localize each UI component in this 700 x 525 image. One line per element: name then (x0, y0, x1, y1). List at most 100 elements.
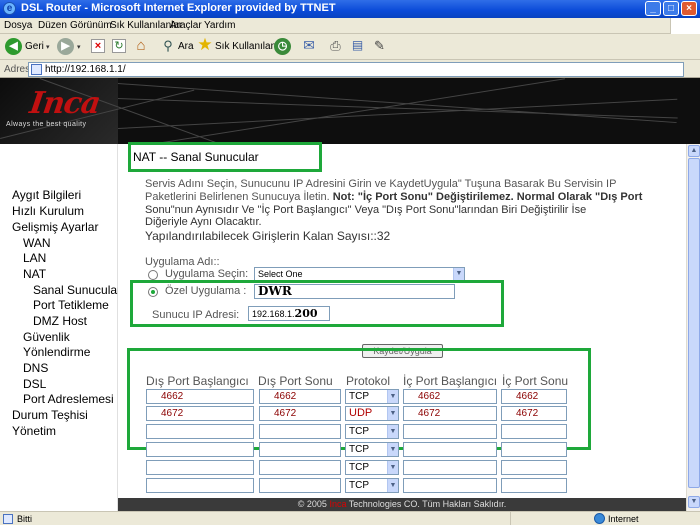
menu-edit[interactable]: Düzen (38, 20, 67, 31)
nav-port-mapping[interactable]: Port Adreslemesi (23, 392, 118, 406)
favorites-star-icon[interactable]: ★ (196, 36, 214, 54)
protocol-select[interactable]: TCP ▼ (345, 478, 399, 493)
scroll-thumb[interactable] (688, 158, 700, 488)
forward-icon[interactable]: ▶ (57, 38, 74, 55)
protocol-select[interactable]: TCP ▼ (345, 389, 399, 404)
int-start-input[interactable] (403, 424, 497, 439)
maximize-button[interactable]: □ (663, 1, 679, 16)
chevron-down-icon: ▼ (387, 443, 398, 456)
server-ip-input[interactable]: 192.168.1.200 (248, 306, 330, 321)
header-banner (0, 78, 700, 144)
int-end-input[interactable] (501, 460, 567, 475)
ext-start-input[interactable]: 4672 (146, 406, 254, 421)
nav-nat[interactable]: NAT (23, 267, 46, 281)
int-end-input[interactable] (501, 442, 567, 457)
protocol-select[interactable]: UDP ▼ (345, 406, 399, 421)
int-start-input[interactable] (403, 442, 497, 457)
close-button[interactable]: × (681, 1, 697, 16)
port-table: 4662 4662 TCP ▼ 4662 4662 4672 4672 UDP ▼ … (145, 388, 571, 498)
nav-dmz-host[interactable]: DMZ Host (33, 314, 87, 328)
protocol-select[interactable]: TCP ▼ (345, 460, 399, 475)
back-dropdown-icon[interactable]: ▾ (46, 43, 50, 51)
menu-tools[interactable]: Araçlar (170, 20, 202, 31)
select-app-radio[interactable] (148, 270, 158, 280)
nav-dsl[interactable]: DSL (23, 377, 46, 391)
edit-page-icon[interactable]: ▤ (349, 38, 366, 53)
server-ip-suffix: 200 (294, 307, 318, 320)
int-start-input[interactable]: 4662 (403, 389, 497, 404)
ext-start-input[interactable] (146, 424, 254, 439)
intro-line-2: Paketlerini Belirlenen Sunucuya İletin. … (145, 191, 642, 204)
nav-device-info[interactable]: Aygıt Bilgileri (12, 188, 81, 202)
print-icon[interactable]: ⎙ (327, 38, 344, 53)
custom-app-radio[interactable] (148, 287, 158, 297)
custom-app-input[interactable]: DWR (254, 284, 455, 299)
select-app-dropdown[interactable]: Select One ▼ (254, 267, 465, 281)
back-label[interactable]: Geri (25, 41, 44, 52)
int-end-input[interactable]: 4662 (501, 389, 567, 404)
back-icon[interactable]: ◀ (5, 38, 22, 55)
int-start-input[interactable]: 4672 (403, 406, 497, 421)
menu-help[interactable]: Yardım (204, 20, 236, 31)
ext-end-input[interactable]: 4672 (259, 406, 341, 421)
nav-virtual-servers[interactable]: Sanal Sunucular (33, 283, 118, 297)
refresh-icon[interactable]: ↻ (112, 39, 126, 53)
nav-wan[interactable]: WAN (23, 236, 51, 250)
done-page-icon (3, 514, 13, 524)
col-int-start: İç Port Başlangıcı (403, 374, 499, 388)
address-input[interactable]: http://192.168.1.1/ (28, 62, 684, 77)
search-icon[interactable]: ⚲ (160, 38, 176, 54)
status-text: Bitti (17, 514, 33, 524)
menu-view[interactable]: Görünüm (70, 20, 112, 31)
nav-diagnostics[interactable]: Durum Teşhisi (12, 408, 88, 422)
ext-start-input[interactable] (146, 460, 254, 475)
chevron-down-icon: ▼ (387, 479, 398, 492)
ext-start-input[interactable]: 4662 (146, 389, 254, 404)
nav-advanced-setup[interactable]: Gelişmiş Ayarlar (12, 220, 98, 234)
scroll-up-icon[interactable]: ▲ (688, 145, 700, 157)
zone-text: Internet (608, 514, 639, 524)
ext-end-input[interactable] (259, 442, 341, 457)
home-icon[interactable]: ⌂ (133, 38, 149, 54)
custom-app-label: Özel Uygulama : (165, 285, 247, 297)
ext-start-input[interactable] (146, 442, 254, 457)
col-protocol: Protokol (346, 374, 398, 388)
vertical-scrollbar[interactable]: ▲ ▼ (686, 144, 700, 511)
mail-icon[interactable]: ✉ (300, 38, 318, 53)
nav-dns[interactable]: DNS (23, 361, 48, 375)
ext-end-input[interactable] (259, 460, 341, 475)
protocol-select[interactable]: TCP ▼ (345, 442, 399, 457)
ext-start-input[interactable] (146, 478, 254, 493)
nav-routing[interactable]: Yönlendirme (23, 345, 90, 359)
int-end-input[interactable]: 4672 (501, 406, 567, 421)
int-end-input[interactable] (501, 424, 567, 439)
select-app-value: Select One (258, 269, 303, 279)
ext-end-input[interactable]: 4662 (259, 389, 341, 404)
nav-security[interactable]: Güvenlik (23, 330, 70, 344)
internet-zone-icon (594, 513, 605, 524)
menu-file[interactable]: Dosya (4, 20, 32, 31)
nav-port-triggering[interactable]: Port Tetikleme (33, 298, 118, 312)
nav-lan[interactable]: LAN (23, 251, 46, 265)
forward-dropdown-icon[interactable]: ▾ (77, 43, 81, 51)
stop-icon[interactable]: × (91, 39, 105, 53)
ext-end-input[interactable] (259, 478, 341, 493)
int-start-input[interactable] (403, 478, 497, 493)
windows-logo (670, 18, 700, 34)
nav-management[interactable]: Yönetim (12, 424, 56, 438)
chevron-down-icon: ▼ (387, 461, 398, 474)
int-end-input[interactable] (501, 478, 567, 493)
intro-line-1: Servis Adını Seçin, Sunucunu IP Adresini… (145, 178, 617, 190)
minimize-button[interactable]: _ (645, 1, 661, 16)
ext-end-input[interactable] (259, 424, 341, 439)
protocol-select[interactable]: TCP ▼ (345, 424, 399, 439)
protocol-value: TCP (349, 462, 369, 473)
nav-quick-setup[interactable]: Hızlı Kurulum (12, 204, 84, 218)
scroll-down-icon[interactable]: ▼ (688, 496, 700, 508)
int-start-input[interactable] (403, 460, 497, 475)
history-icon[interactable]: ◷ (274, 38, 291, 55)
search-label[interactable]: Ara (178, 41, 194, 52)
window-title: DSL Router - Microsoft Internet Explorer… (21, 2, 336, 14)
messenger-icon[interactable]: ✎ (371, 38, 388, 53)
ie-icon: e (3, 2, 16, 15)
